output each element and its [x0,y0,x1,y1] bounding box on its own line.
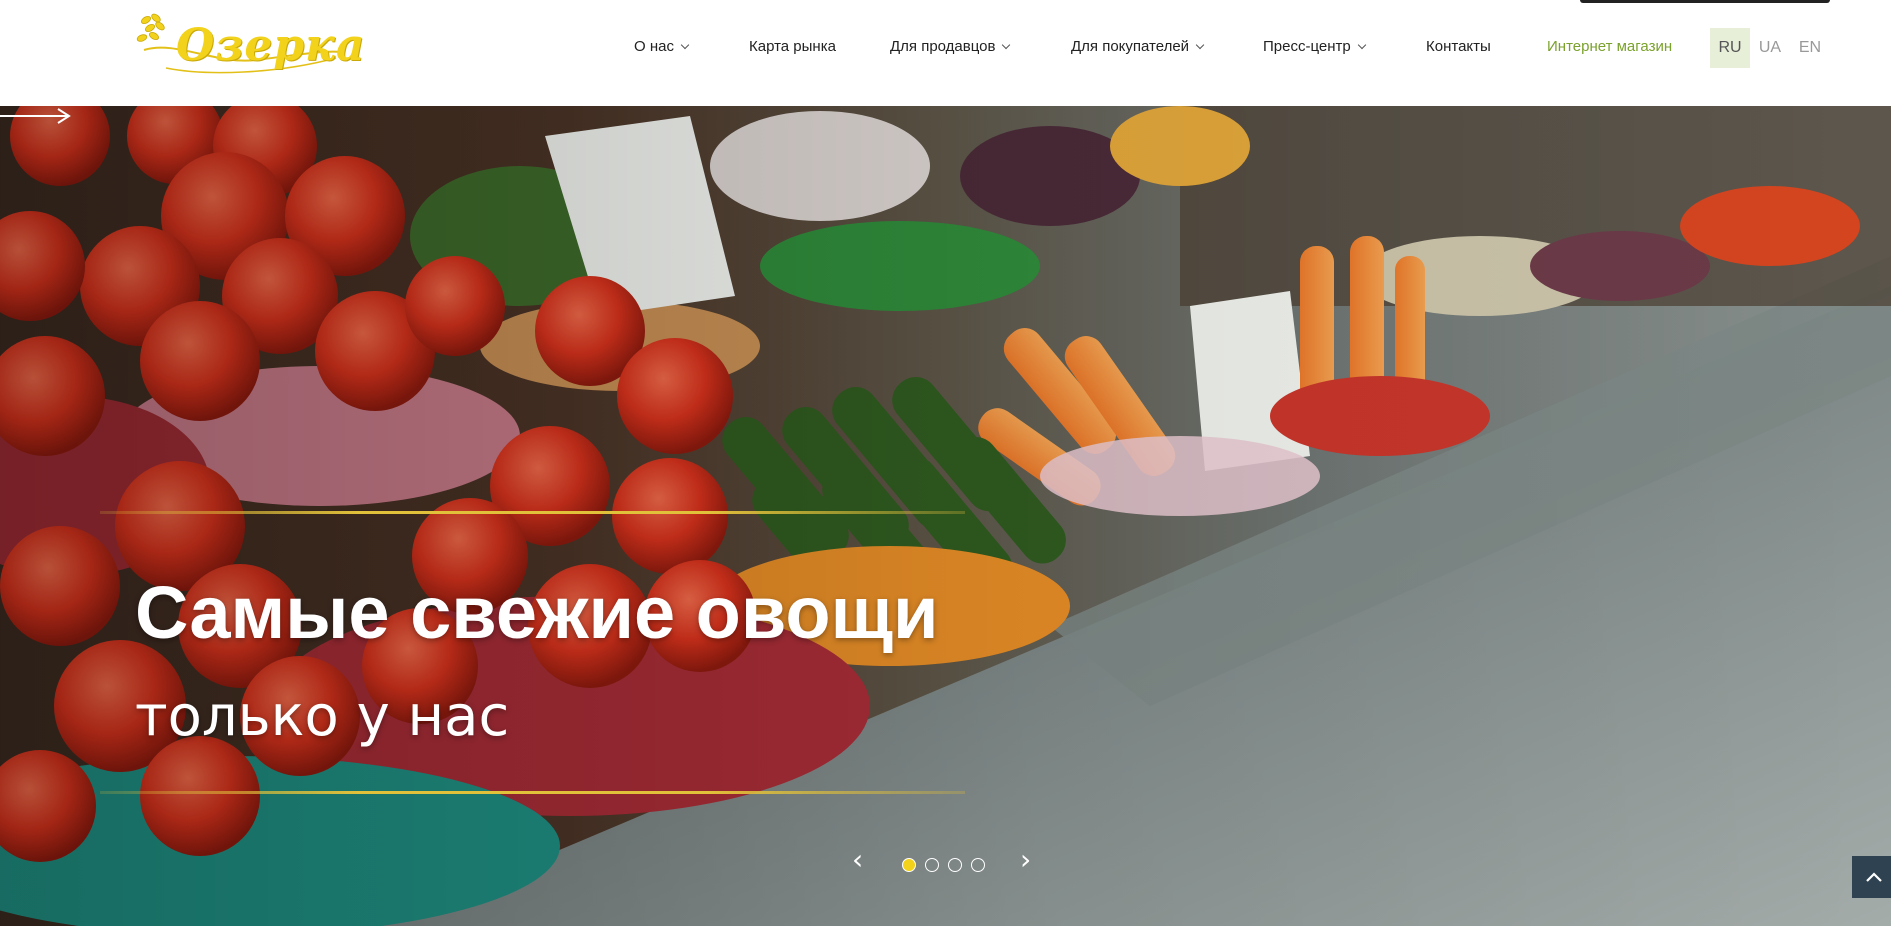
slider-dot[interactable] [902,858,916,872]
hero-overlay [0,106,1891,926]
nav-press-center[interactable]: Пресс-центр [1263,38,1366,55]
chevron-down-icon [680,40,690,50]
nav-online-shop-label: Интернет магазин [1547,38,1673,55]
slider-dot[interactable] [971,858,985,872]
site-header: Озерка О нас Карта рынка Для продавцов Д… [0,0,1891,106]
logo-wordmark[interactable]: Озерка [176,20,365,71]
hero-bottom-divider [100,791,965,794]
hero-slider: Самые свежие овощи только у нас [0,106,1891,926]
chevron-down-icon [1002,40,1011,50]
slider-next-button[interactable]: › [1020,846,1031,874]
nav-about[interactable]: О нас [634,38,690,55]
slider-dot[interactable] [948,858,962,872]
lang-ru[interactable]: RU [1710,28,1750,68]
nav-for-buyers-label: Для покупателей [1071,38,1190,55]
nav-press-center-label: Пресс-центр [1263,38,1351,55]
nav-market-map-label: Карта рынка [749,38,836,55]
header-top-strip [1580,0,1830,3]
chevron-down-icon [1357,40,1366,50]
long-arrow-right-icon[interactable] [0,106,72,126]
nav-for-sellers-label: Для продавцов [890,38,996,55]
scroll-to-top-button[interactable] [1852,856,1891,898]
hero-top-divider [100,511,965,514]
nav-online-shop[interactable]: Интернет магазин [1547,38,1672,55]
chevron-down-icon [1195,40,1205,50]
chevron-up-icon [1866,872,1882,882]
nav-for-sellers[interactable]: Для продавцов [890,38,1011,55]
nav-for-buyers[interactable]: Для покупателей [1071,38,1205,55]
nav-contacts[interactable]: Контакты [1426,38,1491,55]
slider-prev-button[interactable]: ‹ [852,846,863,874]
slider-dot[interactable] [925,858,939,872]
lang-ua[interactable]: UA [1750,28,1790,68]
hero-title: Самые свежие овощи [135,571,939,654]
nav-about-label: О нас [634,38,674,55]
lang-en[interactable]: EN [1790,28,1830,68]
nav-contacts-label: Контакты [1426,38,1491,55]
nav-market-map[interactable]: Карта рынка [749,38,836,55]
slider-pagination [902,858,985,872]
hero-subtitle: только у нас [135,684,510,749]
